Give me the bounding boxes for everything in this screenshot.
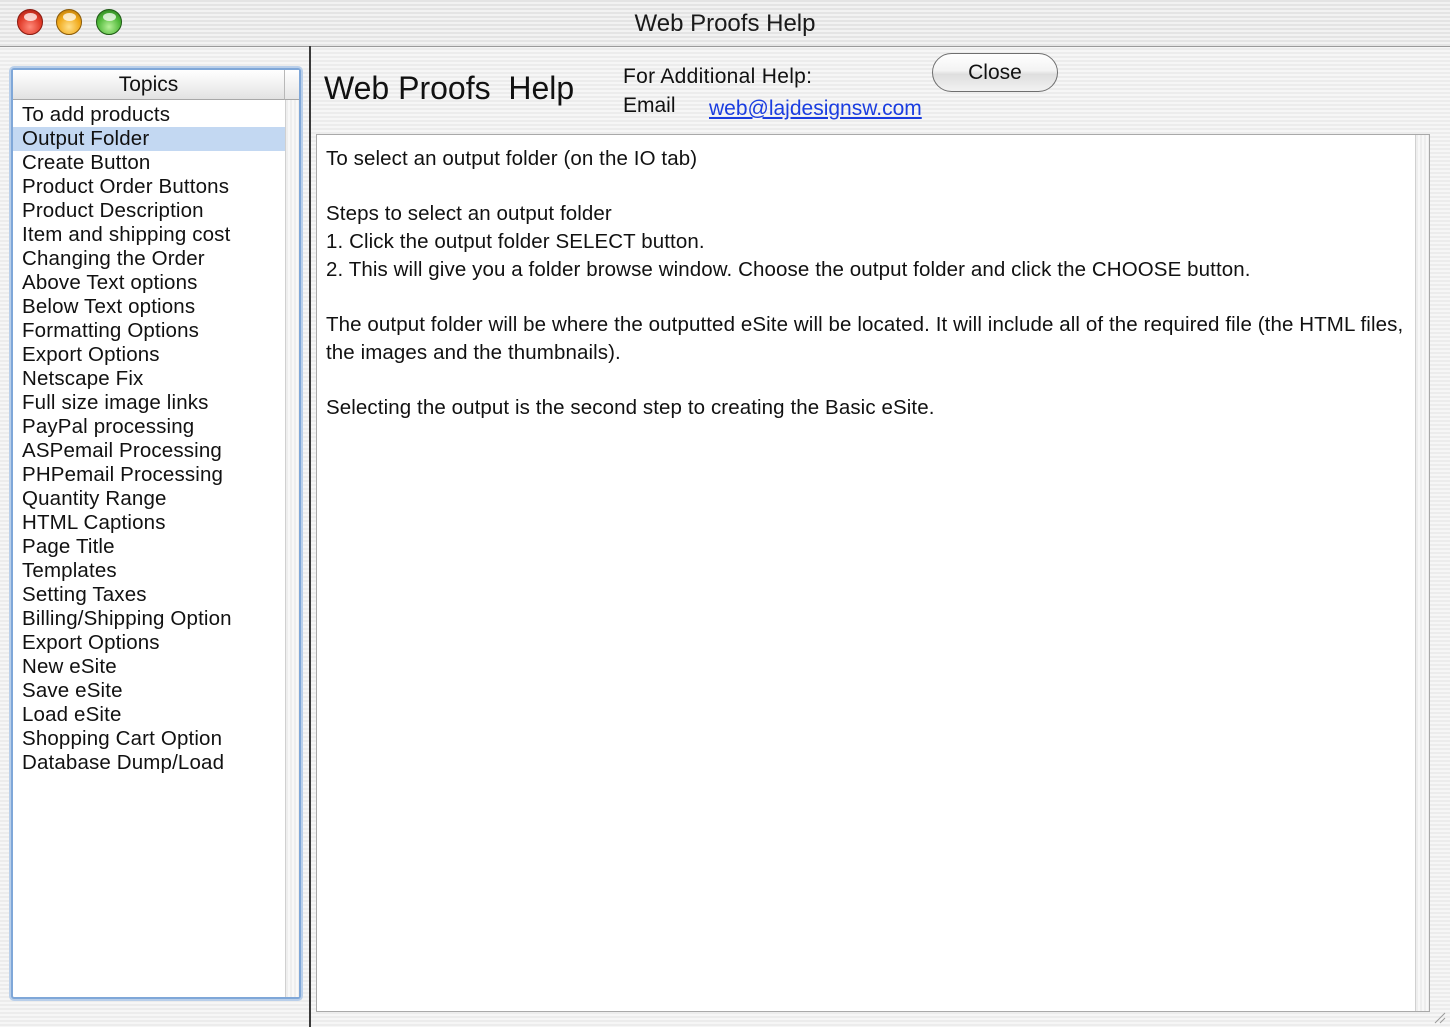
window-title: Web Proofs Help	[634, 10, 816, 37]
additional-help-label: For Additional Help:	[623, 65, 813, 88]
topic-item[interactable]: Database Dump/Load	[13, 751, 285, 775]
topic-item[interactable]: Quantity Range	[13, 487, 285, 511]
content-line: The output folder will be where the outp…	[326, 313, 1404, 364]
topic-item[interactable]: Create Button	[13, 151, 285, 175]
content-line: Steps to select an output folder	[326, 202, 612, 226]
topics-panel: Topics To add products Output Folder Creat…	[11, 68, 301, 999]
topic-item[interactable]: HTML Captions	[13, 511, 285, 535]
topic-item[interactable]: Export Options	[13, 343, 285, 367]
split-pane-divider[interactable]	[309, 46, 311, 1027]
topic-item[interactable]: Changing the Order	[13, 247, 285, 271]
content-line: 2. This will give you a folder browse wi…	[326, 257, 1251, 281]
resize-grip-icon[interactable]	[1432, 1010, 1446, 1024]
topic-item[interactable]: Page Title	[13, 535, 285, 559]
topic-item[interactable]: Netscape Fix	[13, 367, 285, 391]
topic-item[interactable]: Product Description	[13, 199, 285, 223]
topics-scrollbar[interactable]	[285, 100, 299, 997]
topic-item[interactable]: New eSite	[13, 655, 285, 679]
topic-item[interactable]: PayPal processing	[13, 415, 285, 439]
email-link[interactable]: web@lajdesignsw.com	[709, 97, 922, 121]
topic-item[interactable]: Above Text options	[13, 271, 285, 295]
topic-item[interactable]: Below Text options	[13, 295, 285, 319]
topics-header-corner	[285, 70, 299, 100]
title-bar: Web Proofs Help	[0, 0, 1450, 47]
topic-item[interactable]: PHPemail Processing	[13, 463, 285, 487]
topic-item[interactable]: Shopping Cart Option	[13, 727, 285, 751]
topic-item[interactable]: Product Order Buttons	[13, 175, 285, 199]
topics-list: To add products Output Folder Create Butto…	[13, 103, 285, 775]
topic-item[interactable]: To add products	[13, 103, 285, 127]
close-button[interactable]: Close	[932, 53, 1058, 92]
topics-column-header[interactable]: Topics	[13, 70, 285, 100]
topic-item[interactable]: Formatting Options	[13, 319, 285, 343]
topic-item[interactable]: Templates	[13, 559, 285, 583]
help-content-pane: To select an output folder (on the IO ta…	[316, 134, 1430, 1012]
topic-item[interactable]: Item and shipping cost	[13, 223, 285, 247]
topic-item[interactable]: Full size image links	[13, 391, 285, 415]
content-scrollbar[interactable]	[1415, 135, 1429, 1011]
topic-item[interactable]: Output Folder	[13, 127, 285, 151]
email-label: Email	[623, 94, 676, 117]
topic-item[interactable]: Setting Taxes	[13, 583, 285, 607]
content-line: To select an output folder (on the IO ta…	[326, 147, 698, 170]
topic-item[interactable]: ASPemail Processing	[13, 439, 285, 463]
content-line: Selecting the output is the second step …	[326, 396, 935, 420]
topic-item[interactable]: Export Options	[13, 631, 285, 655]
content-line: 1. Click the output folder SELECT button…	[326, 230, 705, 254]
topic-item[interactable]: Billing/Shipping Option	[13, 607, 285, 631]
topic-item[interactable]: Save eSite	[13, 679, 285, 703]
help-title: Web Proofs Help	[324, 70, 575, 106]
topic-item[interactable]: Load eSite	[13, 703, 285, 727]
help-content-text: To select an output folder (on the IO ta…	[326, 145, 1406, 422]
